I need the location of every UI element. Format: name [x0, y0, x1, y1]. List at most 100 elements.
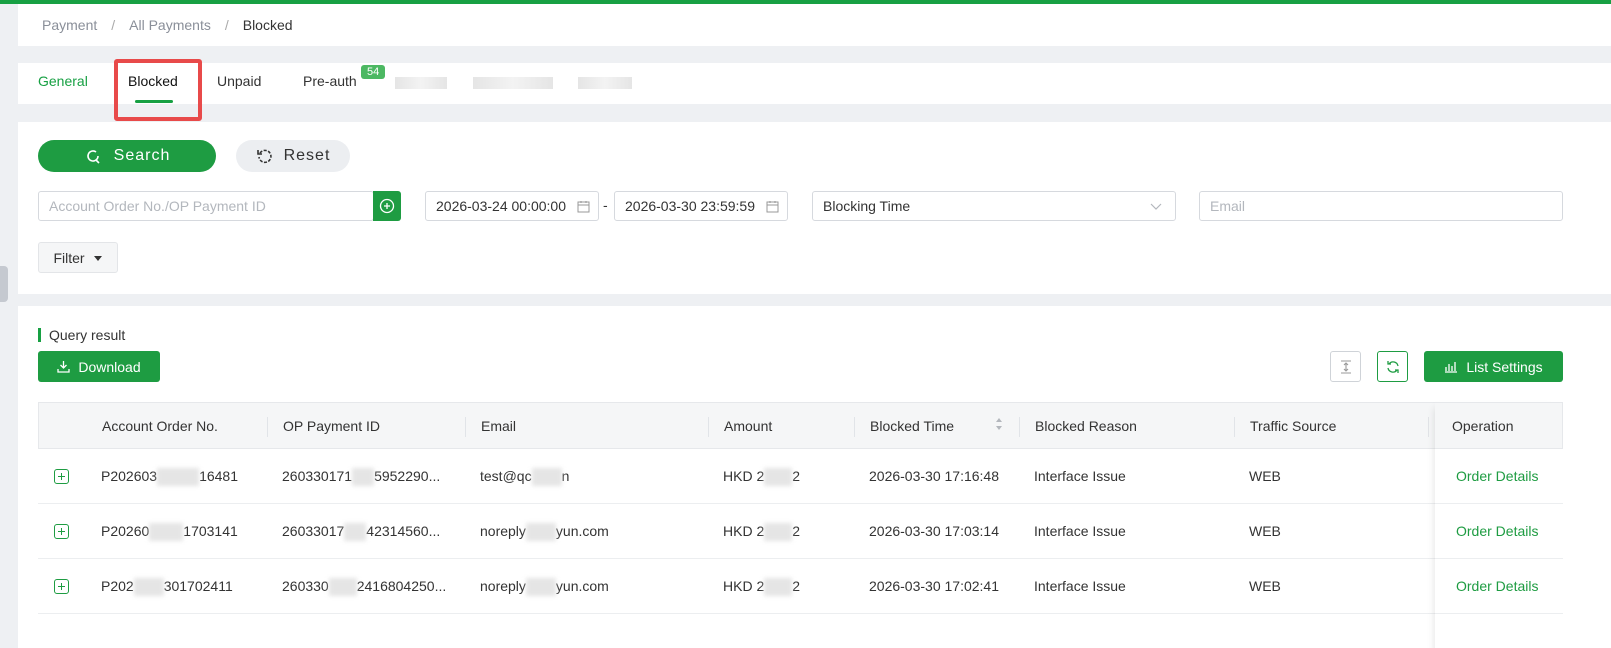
- order-details-link[interactable]: Order Details: [1456, 523, 1538, 539]
- expand-row-icon[interactable]: [54, 579, 69, 594]
- expand-rows-button[interactable]: [1330, 351, 1361, 382]
- preauth-count-badge: 54: [361, 65, 386, 79]
- email-cell: test@qc n: [480, 468, 569, 487]
- tabs-panel: General Blocked Unpaid Pre-auth 54: [18, 59, 1611, 121]
- breadcrumb: Payment / All Payments / Blocked: [42, 17, 293, 33]
- tab-general[interactable]: General: [38, 73, 88, 89]
- bar-chart-icon: [1445, 361, 1458, 373]
- order-details-link[interactable]: Order Details: [1456, 468, 1538, 484]
- table-header: Account Order No. OP Payment ID Email Am…: [38, 402, 1563, 449]
- time-type-value: Blocking Time: [823, 198, 911, 214]
- column-divider: [708, 417, 709, 437]
- query-result-title: Query result: [38, 328, 125, 342]
- date-range-separator: -: [603, 197, 608, 213]
- order-no-cell: P202603 16481: [101, 468, 238, 487]
- traffic-source-cell: WEB: [1249, 523, 1281, 539]
- amount-cell: HKD 22: [723, 578, 800, 597]
- end-date-value: 2026-03-30 23:59:59: [625, 198, 755, 214]
- payment-id-cell: 260330 2416804250...: [282, 578, 446, 597]
- column-header-order-no[interactable]: Account Order No.: [102, 418, 218, 434]
- table-row: P202 301702411 260330 2416804250... norepl…: [38, 559, 1563, 614]
- order-search-placeholder: Account Order No./OP Payment ID: [49, 198, 266, 214]
- sidebar-collapse-handle[interactable]: [0, 266, 8, 302]
- email-input[interactable]: Email: [1199, 191, 1563, 221]
- expand-row-icon[interactable]: [54, 524, 69, 539]
- blocked-time-cell: 2026-03-30 17:03:14: [869, 523, 999, 539]
- reset-button-label: Reset: [283, 147, 331, 164]
- time-type-select[interactable]: Blocking Time: [812, 191, 1176, 221]
- search-button[interactable]: Search: [38, 140, 216, 172]
- column-header-payment-id[interactable]: OP Payment ID: [283, 418, 380, 434]
- list-settings-button[interactable]: List Settings: [1424, 351, 1563, 382]
- start-date-input[interactable]: 2026-03-24 00:00:00: [425, 191, 599, 221]
- blocked-time-cell: 2026-03-30 17:16:48: [869, 468, 999, 484]
- download-icon: [57, 361, 71, 373]
- traffic-source-cell: WEB: [1249, 578, 1281, 594]
- list-settings-label: List Settings: [1466, 358, 1543, 375]
- chevron-down-icon: [1150, 203, 1162, 210]
- column-header-blocked-reason[interactable]: Blocked Reason: [1035, 418, 1137, 434]
- expand-row-icon[interactable]: [54, 469, 69, 484]
- amount-cell: HKD 22: [723, 523, 800, 542]
- breadcrumb-panel: Payment / All Payments / Blocked: [18, 4, 1611, 46]
- expand-rows-icon: [1340, 359, 1351, 374]
- calendar-icon: [577, 201, 590, 213]
- email-cell: noreply yun.com: [480, 578, 609, 597]
- filter-button-label: Filter: [53, 249, 85, 266]
- results-table: Account Order No. OP Payment ID Email Am…: [38, 402, 1563, 614]
- redacted-tab[interactable]: [395, 77, 447, 89]
- order-details-link[interactable]: Order Details: [1456, 578, 1538, 594]
- blocked-time-cell: 2026-03-30 17:02:41: [869, 578, 999, 594]
- traffic-source-cell: WEB: [1249, 468, 1281, 484]
- column-header-operation: Operation: [1452, 418, 1514, 434]
- order-search-input[interactable]: Account Order No./OP Payment ID: [38, 191, 374, 221]
- column-divider: [465, 417, 466, 437]
- breadcrumb-payment[interactable]: Payment: [42, 17, 97, 33]
- tab-unpaid[interactable]: Unpaid: [217, 73, 261, 89]
- add-circle-icon: [379, 198, 395, 214]
- breadcrumb-current: Blocked: [242, 17, 293, 33]
- refresh-icon: [1386, 360, 1399, 373]
- reset-icon: [256, 149, 272, 164]
- table-row: P20260 1703141 26033017 42314560... norepl…: [38, 504, 1563, 559]
- column-divider: [1428, 417, 1429, 437]
- payment-id-cell: 26033017 42314560...: [282, 523, 440, 542]
- refresh-button[interactable]: [1377, 351, 1408, 382]
- search-panel: Search Reset Account Order No./OP Paymen…: [18, 122, 1611, 294]
- download-button-label: Download: [78, 358, 141, 375]
- result-panel: Query result Download List Settings Acco…: [18, 306, 1611, 648]
- search-button-label: Search: [113, 147, 171, 164]
- column-divider: [1019, 417, 1020, 437]
- redacted-tab[interactable]: [578, 77, 632, 89]
- column-header-email[interactable]: Email: [481, 418, 516, 434]
- blocked-reason-cell: Interface Issue: [1034, 468, 1126, 484]
- column-header-traffic-source[interactable]: Traffic Source: [1250, 418, 1336, 434]
- amount-cell: HKD 22: [723, 468, 800, 487]
- reset-button[interactable]: Reset: [236, 140, 350, 172]
- filter-button[interactable]: Filter: [38, 242, 118, 273]
- start-date-value: 2026-03-24 00:00:00: [436, 198, 566, 214]
- table-row: P202603 16481 260330171 5952290... test@qc…: [38, 449, 1563, 504]
- payment-id-cell: 260330171 5952290...: [282, 468, 440, 487]
- column-divider: [854, 417, 855, 437]
- blocked-reason-cell: Interface Issue: [1034, 523, 1126, 539]
- column-header-blocked-time[interactable]: Blocked Time: [870, 418, 954, 434]
- add-condition-button[interactable]: [373, 191, 401, 221]
- column-divider: [267, 417, 268, 437]
- breadcrumb-separator: /: [111, 17, 116, 33]
- column-divider: [1234, 417, 1235, 437]
- blocked-reason-cell: Interface Issue: [1034, 578, 1126, 594]
- tab-preauth[interactable]: Pre-auth: [303, 73, 357, 89]
- order-no-cell: P20260 1703141: [101, 523, 238, 542]
- download-button[interactable]: Download: [38, 351, 160, 382]
- sort-icon[interactable]: [995, 417, 1003, 431]
- breadcrumb-separator: /: [224, 17, 229, 33]
- breadcrumb-all-payments[interactable]: All Payments: [129, 17, 211, 33]
- redacted-tab[interactable]: [473, 77, 553, 89]
- end-date-input[interactable]: 2026-03-30 23:59:59: [614, 191, 788, 221]
- highlight-annotation-box: [114, 59, 202, 121]
- calendar-icon: [766, 201, 779, 213]
- column-header-amount[interactable]: Amount: [724, 418, 772, 434]
- order-no-cell: P202 301702411: [101, 578, 233, 597]
- email-cell: noreply yun.com: [480, 523, 609, 542]
